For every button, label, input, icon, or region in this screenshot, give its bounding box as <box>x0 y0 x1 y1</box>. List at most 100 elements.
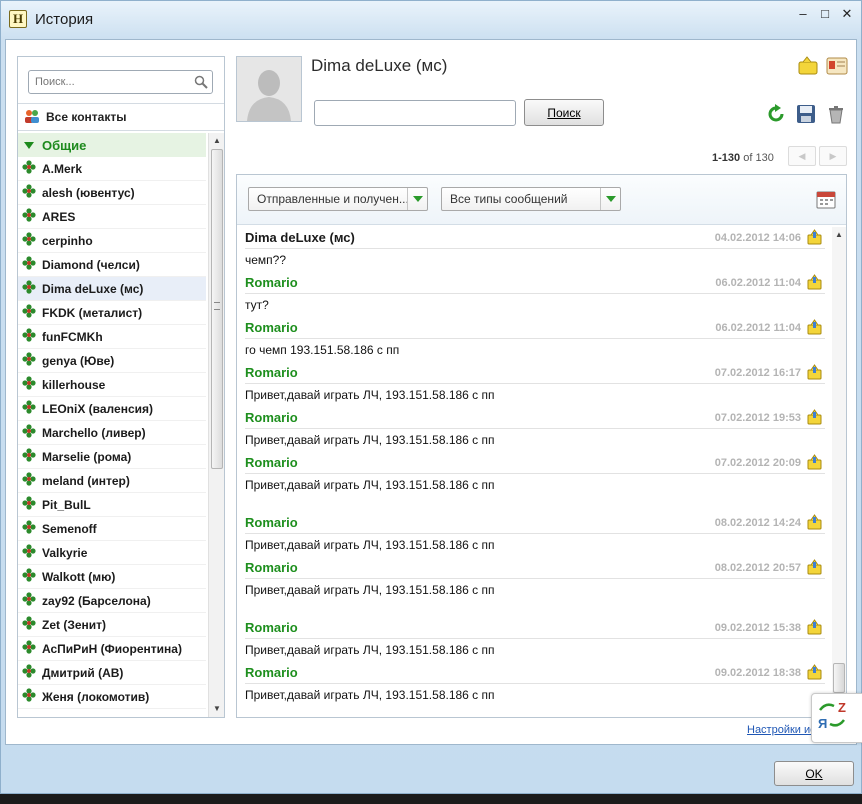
history-settings-link[interactable]: Настройки ис <box>747 724 816 736</box>
search-icon[interactable] <box>194 75 208 92</box>
contact-item[interactable]: alesh (ювентус) <box>18 181 206 205</box>
message-icon[interactable] <box>807 619 823 638</box>
message-icon[interactable] <box>798 56 820 79</box>
direction-filter[interactable]: Отправленные и получен... <box>248 187 428 211</box>
contact-label: Dima deLuxe (мс) <box>42 281 144 296</box>
flower-icon <box>22 544 36 561</box>
message-timestamp: 07.02.2012 16:17 <box>714 366 801 379</box>
type-filter[interactable]: Все типы сообщений <box>441 187 621 211</box>
scroll-thumb[interactable] <box>211 149 223 469</box>
close-button[interactable]: ✕ <box>839 6 855 22</box>
contact-item[interactable]: zay92 (Барселона) <box>18 589 206 613</box>
message-header: Romario 09.02.2012 15:38 <box>245 617 825 639</box>
message-timestamp: 09.02.2012 15:38 <box>714 621 801 634</box>
contact-item[interactable]: genya (Юве) <box>18 349 206 373</box>
contact-search[interactable] <box>28 70 213 94</box>
message-icon[interactable] <box>807 364 823 383</box>
message-sender: Romario <box>245 455 298 470</box>
scroll-up-button[interactable]: ▲ <box>209 133 225 149</box>
contact-item[interactable]: A.Merk <box>18 157 206 181</box>
scroll-down-button[interactable]: ▼ <box>209 701 225 717</box>
contact-item[interactable]: Zet (Зенит) <box>18 613 206 637</box>
history-search-input[interactable] <box>318 102 514 124</box>
contact-item[interactable]: Walkott (мю) <box>18 565 206 589</box>
contact-item[interactable]: LEOniX (валенсия) <box>18 397 206 421</box>
group-header[interactable]: Общие <box>18 133 206 157</box>
history-search-field[interactable] <box>314 100 516 126</box>
message-icon[interactable] <box>807 664 823 683</box>
contact-item[interactable]: Dima deLuxe (мс) <box>18 277 206 301</box>
chevron-down-icon[interactable] <box>407 188 427 210</box>
message-icon[interactable] <box>807 514 823 533</box>
message-header: Romario 08.02.2012 14:24 <box>245 512 825 534</box>
calendar-icon[interactable] <box>816 189 836 212</box>
title-bar[interactable]: H История – □ ✕ <box>1 1 861 37</box>
contact-item[interactable]: killerhouse <box>18 373 206 397</box>
message-icon[interactable] <box>807 454 823 473</box>
message-timestamp: 04.02.2012 14:06 <box>714 231 801 244</box>
contact-item[interactable]: Semenoff <box>18 517 206 541</box>
avatar <box>236 56 302 122</box>
ok-button[interactable]: OK <box>774 761 854 786</box>
prev-page-button[interactable]: ◀ <box>788 146 816 166</box>
maximize-button[interactable]: □ <box>817 6 833 22</box>
contact-item[interactable]: Дмитрий (АВ) <box>18 661 206 685</box>
flower-icon <box>22 232 36 249</box>
contact-label: Marchello (ливер) <box>42 425 146 440</box>
message-header: Romario 07.02.2012 19:53 <box>245 407 825 429</box>
message-text: Привет,давай играть ЛЧ, 193.151.58.186 с… <box>245 583 495 597</box>
message-icon[interactable] <box>807 274 823 293</box>
contact-card-icon[interactable] <box>826 56 848 79</box>
message-text: Привет,давай играть ЛЧ, 193.151.58.186 с… <box>245 433 495 447</box>
contact-label: Marselie (рома) <box>42 449 132 464</box>
contact-item[interactable]: Женя (локомотив) <box>18 685 206 709</box>
search-button[interactable]: Поиск <box>524 99 604 126</box>
window-title: История <box>35 11 94 28</box>
contact-item[interactable]: ARES <box>18 205 206 229</box>
message-item: Romario 07.02.2012 16:17 Привет,давай игра… <box>245 362 825 407</box>
scroll-thumb[interactable] <box>833 663 845 693</box>
contact-search-input[interactable] <box>35 72 185 92</box>
contact-list-scrollbar[interactable]: ▲ ▼ <box>208 133 224 717</box>
refresh-icon[interactable] <box>766 104 786 127</box>
contact-item[interactable]: Valkyrie <box>18 541 206 565</box>
flower-icon <box>22 592 36 609</box>
message-icon[interactable] <box>807 409 823 428</box>
message-scrollbar[interactable]: ▲ <box>832 227 846 717</box>
contact-item[interactable]: Diamond (челси) <box>18 253 206 277</box>
contact-label: genya (Юве) <box>42 353 115 368</box>
message-sender: Romario <box>245 560 298 575</box>
app-logo-icon: H <box>9 10 27 28</box>
all-contacts-item[interactable]: Все контакты <box>18 103 224 131</box>
pager-total: 130 <box>755 152 774 164</box>
chevron-down-icon[interactable] <box>600 188 620 210</box>
message-icon[interactable] <box>807 559 823 578</box>
flower-icon <box>22 616 36 633</box>
message-text: Привет,давай играть ЛЧ, 193.151.58.186 с… <box>245 688 495 702</box>
contact-label: Женя (локомотив) <box>42 689 150 704</box>
scroll-up-button[interactable]: ▲ <box>832 227 846 243</box>
translator-widget[interactable]: Z Я <box>811 693 862 743</box>
contact-item[interactable]: FKDK (металист) <box>18 301 206 325</box>
minimize-button[interactable]: – <box>795 6 811 22</box>
trash-icon[interactable] <box>826 104 846 127</box>
message-list: Dima deLuxe (мс) 04.02.2012 14:06 чемп?? Ro… <box>245 227 825 717</box>
message-icon[interactable] <box>807 229 823 248</box>
contact-label: FKDK (металист) <box>42 305 143 320</box>
contact-item[interactable]: funFCMKh <box>18 325 206 349</box>
contact-item[interactable]: Pit_BulL <box>18 493 206 517</box>
flower-icon <box>22 448 36 465</box>
contact-item[interactable]: АсПиРиН (Фиорентина) <box>18 637 206 661</box>
contact-item[interactable]: Marchello (ливер) <box>18 421 206 445</box>
save-icon[interactable] <box>796 104 816 127</box>
svg-text:Z: Z <box>838 700 846 715</box>
contact-item[interactable]: cerpinho <box>18 229 206 253</box>
message-icon[interactable] <box>807 319 823 338</box>
message-timestamp: 06.02.2012 11:04 <box>715 276 801 289</box>
chevron-down-icon <box>24 138 34 153</box>
contact-item[interactable]: meland (интер) <box>18 469 206 493</box>
message-text: тут? <box>245 298 269 312</box>
svg-text:Я: Я <box>818 716 827 731</box>
contact-item[interactable]: Marselie (рома) <box>18 445 206 469</box>
next-page-button[interactable]: ▶ <box>819 146 847 166</box>
